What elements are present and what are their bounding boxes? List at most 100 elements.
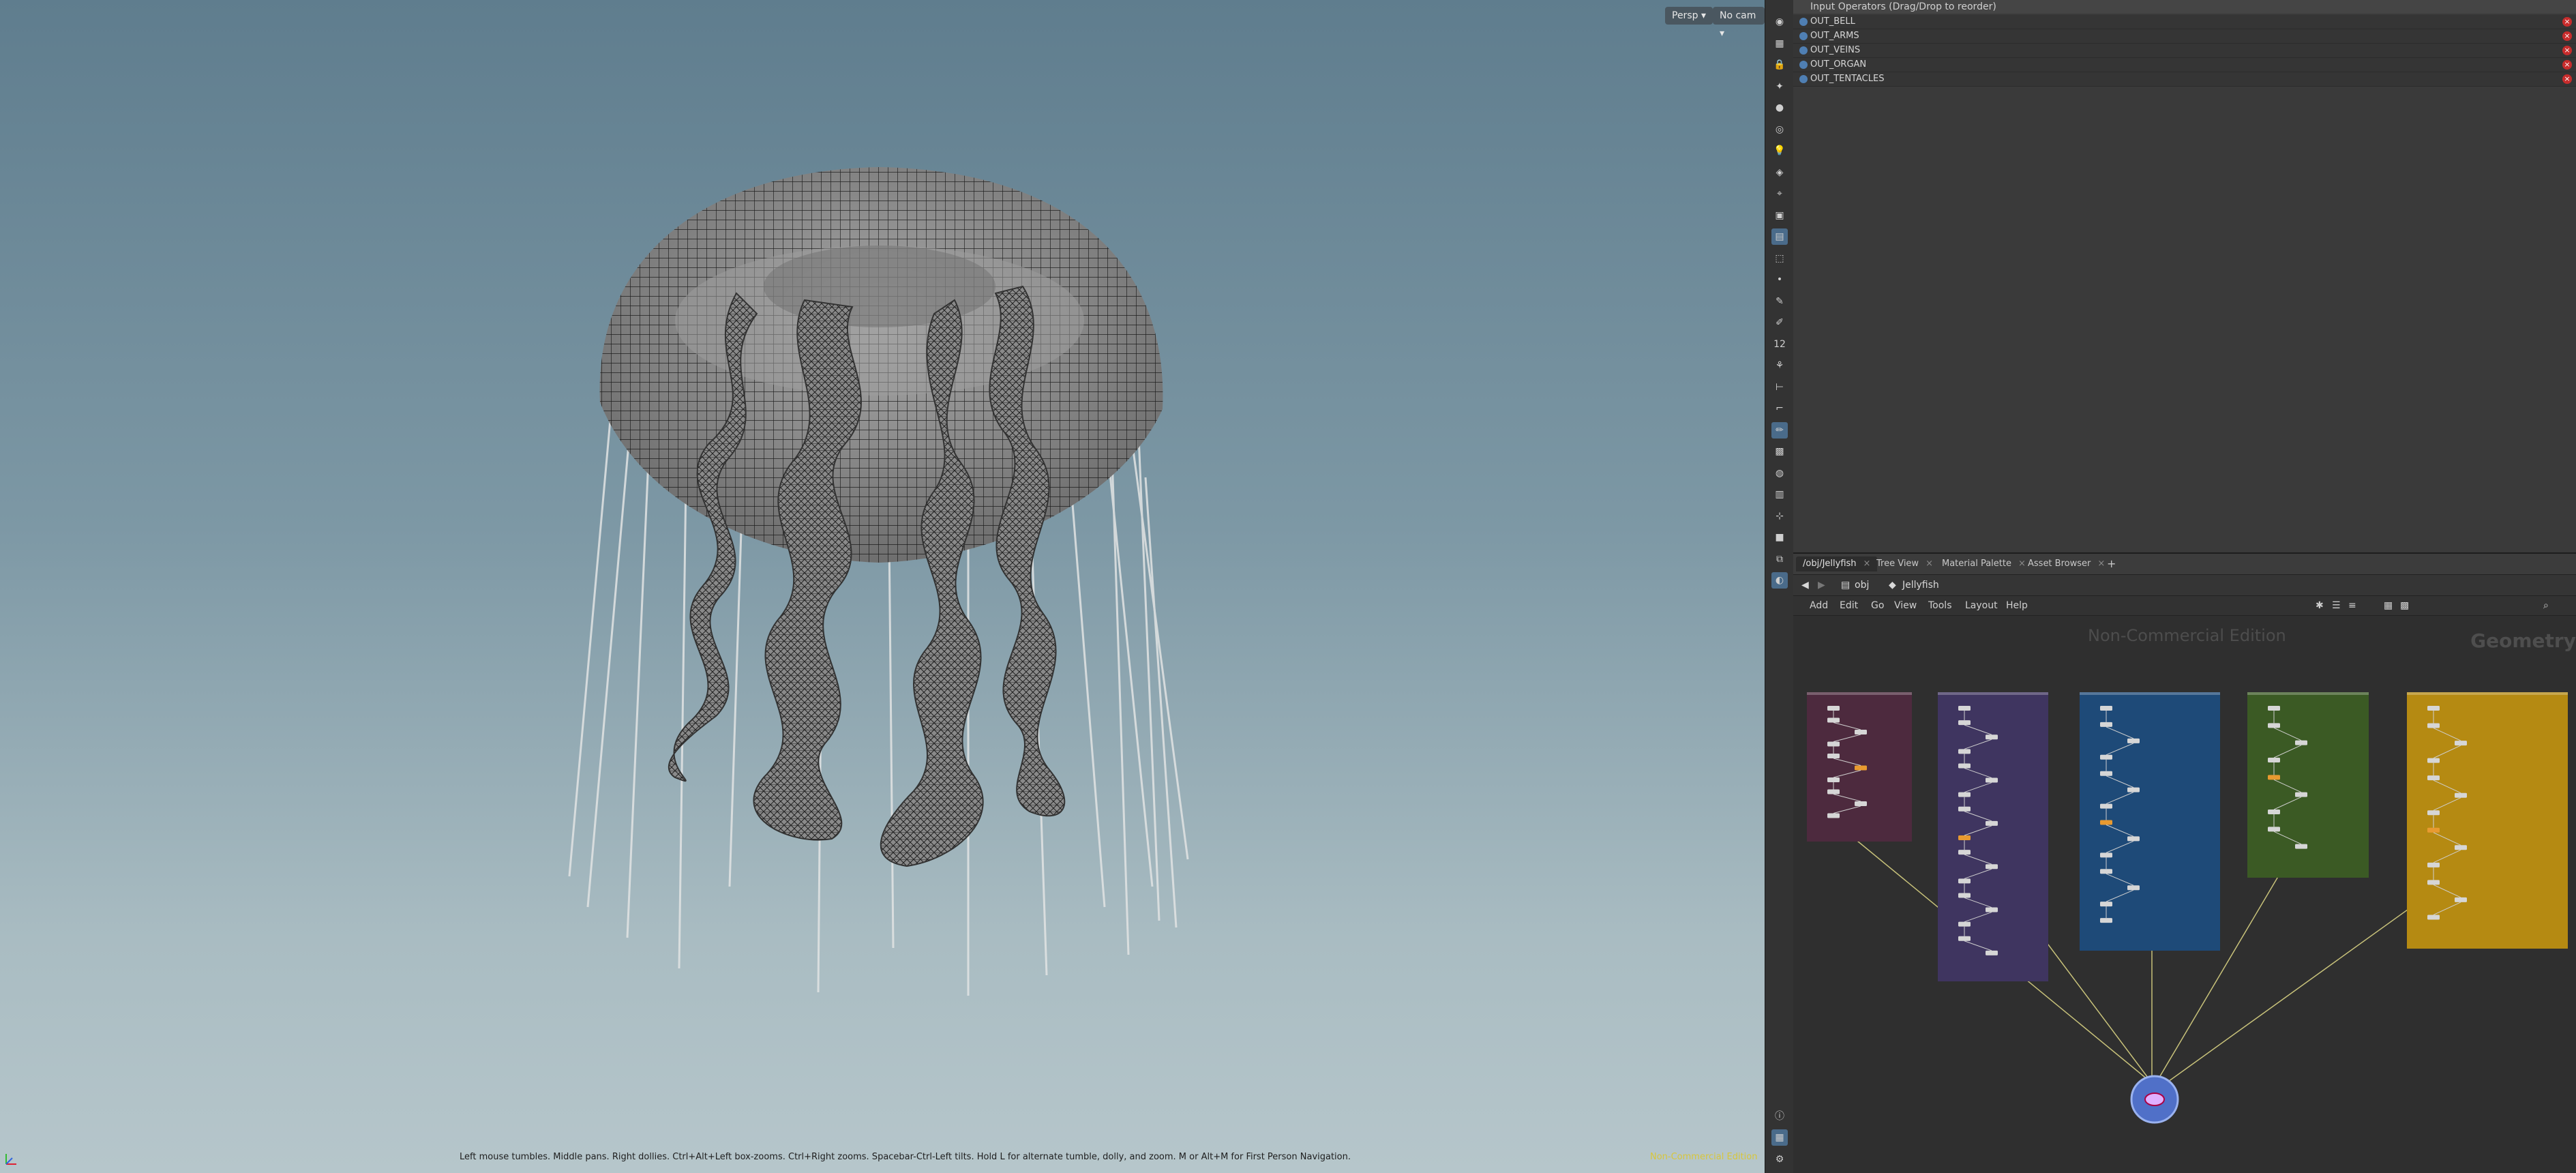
close-icon[interactable]: × bbox=[1926, 559, 1933, 569]
node-wire bbox=[2433, 797, 2461, 811]
tab-tree-view[interactable]: Tree View × bbox=[1870, 556, 1940, 571]
info-icon[interactable]: ⓘ bbox=[1771, 1108, 1788, 1124]
point-icon[interactable]: • bbox=[1771, 271, 1788, 288]
node-wire bbox=[1833, 805, 1861, 814]
palette-icon[interactable]: ▦ bbox=[2384, 598, 2393, 613]
operator-row[interactable]: OUT_ORGAN × bbox=[1793, 58, 2576, 72]
scene-viewport[interactable]: Persp ▾ No cam ▾ Left mouse tumbles. Mid… bbox=[0, 0, 1765, 1173]
remove-icon[interactable]: × bbox=[2562, 17, 2572, 27]
node-wire bbox=[1964, 825, 1992, 836]
network-node bbox=[2100, 706, 2112, 711]
network-node bbox=[2100, 771, 2112, 776]
list-icon[interactable]: ≡ bbox=[2348, 598, 2356, 613]
node-wire bbox=[2273, 745, 2302, 758]
network-node bbox=[2455, 792, 2467, 798]
network-node bbox=[2127, 836, 2140, 842]
network-node bbox=[2100, 820, 2112, 825]
network-node bbox=[2100, 754, 2112, 760]
operator-row[interactable]: OUT_TENTACLES × bbox=[1793, 72, 2576, 87]
tab-asset-browser[interactable]: Asset Browser × bbox=[2021, 556, 2112, 571]
network-box-bell[interactable] bbox=[1807, 692, 1912, 842]
operator-row[interactable]: OUT_ARMS × bbox=[1793, 29, 2576, 44]
paint-icon[interactable]: ✏ bbox=[1771, 421, 1788, 439]
menu-tools[interactable]: Tools bbox=[1928, 598, 1952, 613]
forward-arrow-icon[interactable]: ▶ bbox=[1818, 578, 1825, 593]
snap-icon[interactable]: ⌖ bbox=[1771, 185, 1788, 202]
grid-view-icon[interactable]: ▩ bbox=[2400, 598, 2409, 613]
remove-icon[interactable]: × bbox=[2562, 31, 2572, 41]
network-node bbox=[2455, 845, 2467, 850]
network-node bbox=[1827, 789, 1840, 795]
network-node bbox=[1958, 792, 1971, 797]
measure-icon[interactable]: ⊢ bbox=[1771, 379, 1788, 396]
network-node bbox=[2100, 869, 2112, 874]
grid-icon[interactable]: ▣ bbox=[1771, 207, 1788, 224]
tab-network[interactable]: /obj/Jellyfish × bbox=[1796, 556, 1878, 571]
operator-row[interactable]: OUT_VEINS × bbox=[1793, 44, 2576, 58]
path-node[interactable]: Jellyfish bbox=[1902, 578, 1939, 593]
particle-icon[interactable]: ⚘ bbox=[1771, 357, 1788, 374]
menu-help[interactable]: Help bbox=[2006, 598, 2028, 613]
edge-icon[interactable]: ⌐ bbox=[1771, 400, 1788, 417]
network-box-nodes bbox=[1827, 706, 1867, 818]
view-icon[interactable]: ◉ bbox=[1771, 14, 1788, 30]
network-box-tentacles[interactable] bbox=[2407, 692, 2568, 949]
tab-material-palette-label: Material Palette bbox=[1942, 559, 2011, 569]
menu-add[interactable]: Add bbox=[1810, 598, 1828, 613]
camera-menu[interactable]: No cam ▾ bbox=[1713, 7, 1765, 39]
menu-go[interactable]: Go bbox=[1871, 598, 1884, 613]
perspective-menu[interactable]: Persp ▾ bbox=[1665, 7, 1713, 25]
network-node bbox=[1855, 765, 1867, 771]
pose-icon[interactable]: ✦ bbox=[1771, 78, 1788, 95]
tree-icon[interactable]: ☰ bbox=[2332, 598, 2341, 613]
back-arrow-icon[interactable]: ◀ bbox=[1801, 578, 1809, 593]
axis-icon[interactable]: ⊹ bbox=[1771, 508, 1788, 524]
handle-icon[interactable]: ◎ bbox=[1771, 121, 1788, 138]
lock-icon[interactable]: 🔒 bbox=[1771, 57, 1788, 73]
node-wire bbox=[2273, 727, 2302, 741]
map-icon[interactable]: ▥ bbox=[1771, 486, 1788, 503]
network-node bbox=[2295, 792, 2307, 797]
operator-node-icon bbox=[1799, 75, 1808, 83]
camera-icon[interactable]: ◈ bbox=[1771, 164, 1788, 181]
display-icon[interactable]: ▤ bbox=[1771, 228, 1788, 245]
select-icon[interactable]: ▦ bbox=[1771, 35, 1788, 52]
tab-material-palette[interactable]: Material Palette × bbox=[1935, 556, 2033, 571]
menu-edit[interactable]: Edit bbox=[1840, 598, 1858, 613]
sphere-icon[interactable]: ● bbox=[1771, 100, 1788, 116]
menu-layout[interactable]: Layout bbox=[1965, 598, 1998, 613]
close-icon[interactable]: × bbox=[2097, 559, 2105, 569]
network-node bbox=[1827, 717, 1840, 723]
remove-icon[interactable]: × bbox=[2562, 74, 2572, 84]
texture-icon[interactable]: ▩ bbox=[1771, 443, 1788, 460]
network-box-veins[interactable] bbox=[2080, 692, 2220, 951]
node-wire bbox=[2106, 743, 2134, 756]
node-wire bbox=[2433, 884, 2461, 898]
zoom-icon[interactable]: ⌕ bbox=[2543, 598, 2549, 613]
remove-icon[interactable]: × bbox=[2562, 46, 2572, 55]
light-icon[interactable]: 💡 bbox=[1771, 143, 1788, 159]
number-icon[interactable]: 12 bbox=[1771, 336, 1788, 353]
network-node bbox=[2127, 787, 2140, 792]
wire-icon[interactable]: ⬚ bbox=[1771, 250, 1788, 267]
operator-row[interactable]: OUT_BELL × bbox=[1793, 15, 2576, 29]
group-icon[interactable]: ⧉ bbox=[1771, 551, 1788, 567]
menu-view[interactable]: View bbox=[1894, 598, 1917, 613]
network-box-organ[interactable] bbox=[2247, 692, 2369, 878]
layout-icon[interactable]: ▦ bbox=[1771, 1129, 1788, 1146]
remove-icon[interactable]: × bbox=[2562, 60, 2572, 70]
network-box-arms[interactable] bbox=[1938, 692, 2048, 981]
wrench-icon[interactable]: ✱ bbox=[2316, 598, 2324, 613]
network-node bbox=[1958, 921, 1971, 927]
node-wire bbox=[2433, 849, 2461, 863]
brush-icon[interactable]: ✎ bbox=[1771, 293, 1788, 310]
add-tab-button[interactable]: + bbox=[2107, 556, 2116, 571]
shade-icon[interactable]: ◍ bbox=[1771, 465, 1788, 481]
settings-icon[interactable]: ⚙ bbox=[1771, 1151, 1788, 1168]
path-root[interactable]: obj bbox=[1855, 578, 1869, 593]
pin-icon[interactable]: ◐ bbox=[1771, 572, 1788, 589]
network-canvas[interactable]: Non-Commercial Edition Geometry bbox=[1793, 616, 2576, 1173]
pen-icon[interactable]: ✐ bbox=[1771, 314, 1788, 331]
node-wire bbox=[1964, 940, 1992, 951]
box-icon[interactable]: ■ bbox=[1771, 529, 1788, 546]
